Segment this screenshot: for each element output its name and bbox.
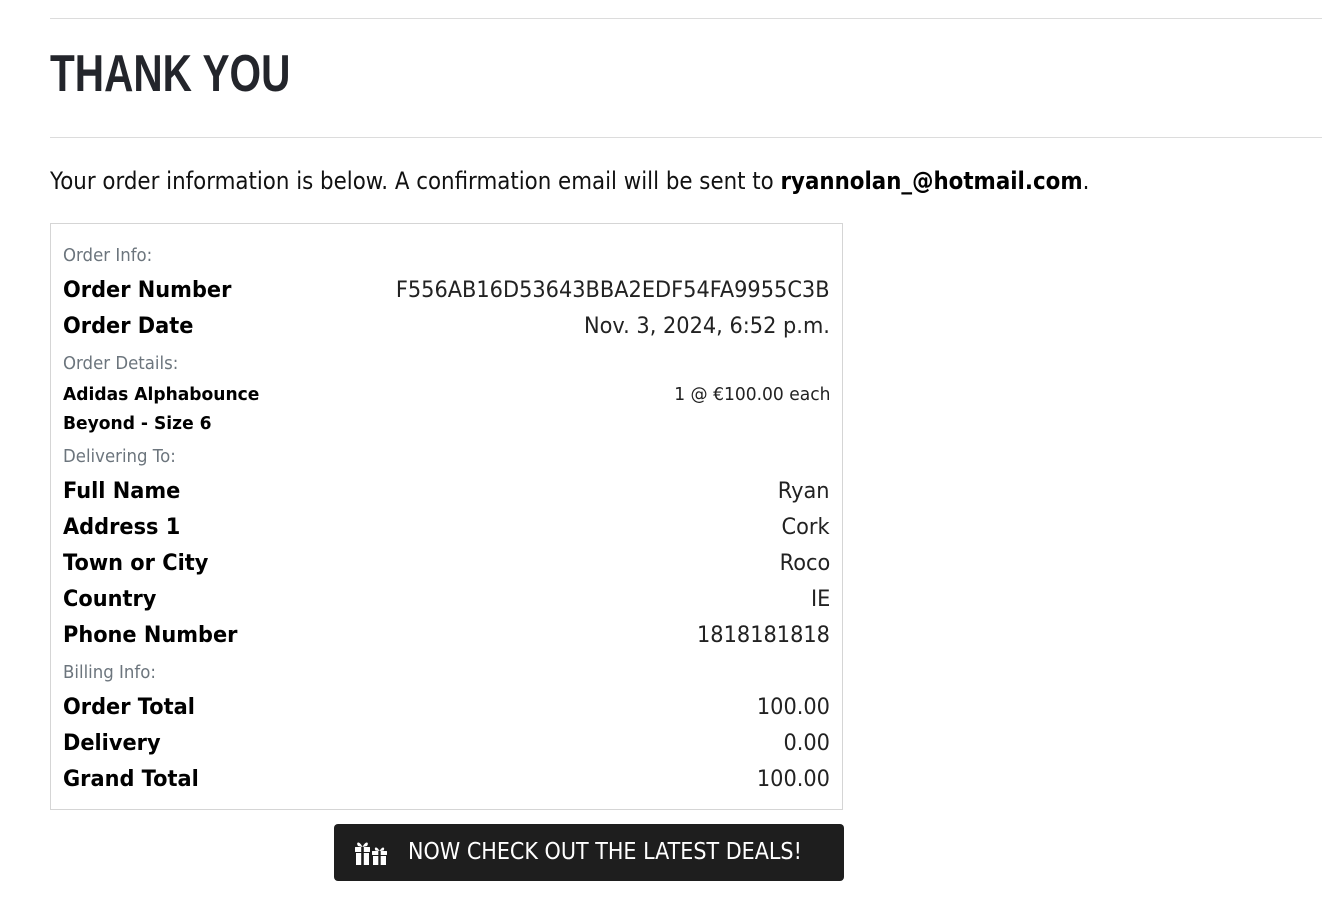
order-info-label: Order Info:	[63, 245, 153, 266]
order-number-label: Order Number	[63, 278, 232, 303]
latest-deals-button[interactable]: NOW CHECK OUT THE LATEST DEALS!	[334, 824, 844, 881]
grand-total-value: 100.00	[756, 767, 830, 792]
confirmation-period: .	[1082, 167, 1090, 195]
confirmation-message: Your order information is below. A confi…	[50, 164, 1089, 198]
title-divider	[50, 137, 1322, 138]
order-total-label: Order Total	[63, 695, 195, 720]
order-item-quantity-price: 1 @ €100.00 each	[673, 384, 830, 405]
billing-info-label: Billing Info:	[63, 662, 156, 683]
latest-deals-label: NOW CHECK OUT THE LATEST DEALS!	[408, 839, 802, 865]
delivery-cost-row: Delivery 0.00	[63, 727, 830, 761]
phone-value: 1818181818	[697, 623, 830, 648]
country-row: Country IE	[63, 583, 830, 617]
full-name-row: Full Name Ryan	[63, 475, 830, 509]
order-total-value: 100.00	[756, 695, 830, 720]
delivering-to-label: Delivering To:	[63, 446, 176, 467]
town-row: Town or City Roco	[63, 547, 830, 581]
order-date-value: Nov. 3, 2024, 6:52 p.m.	[583, 314, 830, 339]
address-1-label: Address 1	[63, 515, 181, 540]
country-value: IE	[810, 587, 830, 612]
order-number-value: F556AB16D53643BBA2EDF54FA9955C3B	[396, 278, 830, 303]
order-total-row: Order Total 100.00	[63, 691, 830, 725]
phone-row: Phone Number 1818181818	[63, 619, 830, 653]
full-name-value: Ryan	[778, 479, 830, 504]
page-title: THANK YOU	[50, 45, 291, 103]
delivery-cost-label: Delivery	[63, 731, 161, 756]
order-date-row: Order Date Nov. 3, 2024, 6:52 p.m.	[63, 310, 830, 344]
order-details-label: Order Details:	[63, 353, 179, 374]
town-label: Town or City	[63, 551, 209, 576]
order-item-name: Adidas Alphabounce Beyond - Size 6	[63, 384, 260, 434]
country-label: Country	[63, 587, 157, 612]
delivery-cost-value: 0.00	[783, 731, 830, 756]
order-date-label: Order Date	[63, 314, 194, 339]
order-number-row: Order Number F556AB16D53643BBA2EDF54FA99…	[63, 274, 830, 308]
address-1-row: Address 1 Cork	[63, 511, 830, 545]
grand-total-label: Grand Total	[63, 767, 199, 792]
confirmation-email: ryannolan_@hotmail.com	[780, 167, 1083, 195]
town-value: Roco	[779, 551, 830, 576]
grand-total-row: Grand Total 100.00	[63, 763, 830, 797]
order-summary-box: Order Info: Order Number F556AB16D53643B…	[50, 223, 843, 810]
address-1-value: Cork	[781, 515, 830, 540]
gifts-icon	[355, 842, 387, 865]
full-name-label: Full Name	[63, 479, 181, 504]
phone-label: Phone Number	[63, 623, 238, 648]
confirmation-text: Your order information is below. A confi…	[50, 167, 781, 195]
top-divider	[50, 18, 1322, 19]
